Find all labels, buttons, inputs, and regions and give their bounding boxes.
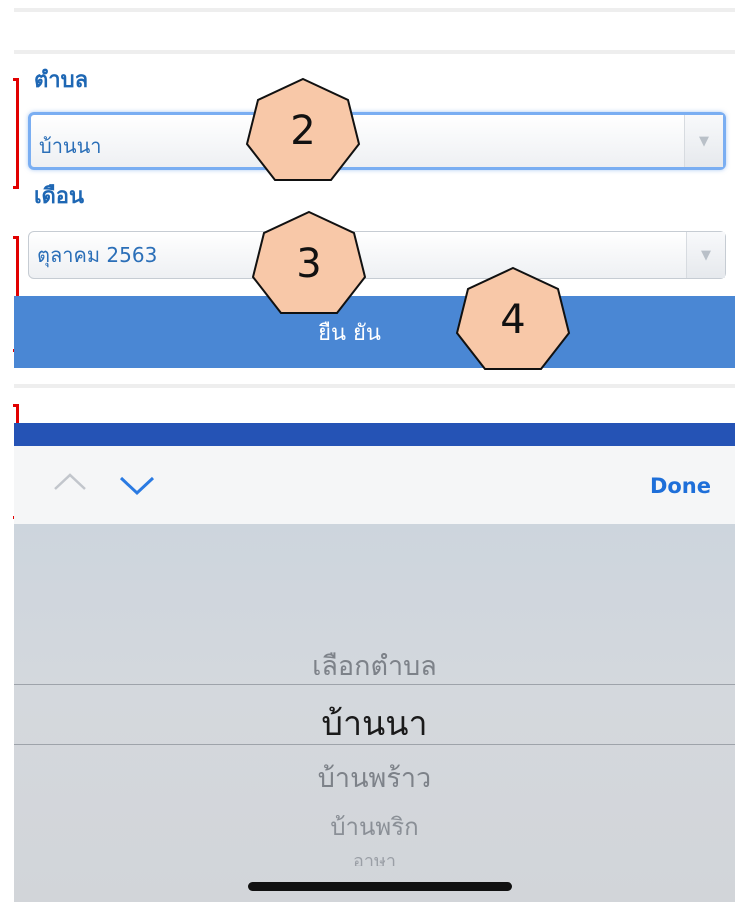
picker-option[interactable]: บ้านพร้าว <box>14 756 735 799</box>
dropdown-arrow-icon: ▼ <box>686 232 725 278</box>
callout-number: 4 <box>500 297 526 343</box>
callout-3: 3 <box>250 209 368 319</box>
picker-option-selected[interactable]: บ้านนา <box>14 696 735 750</box>
dropdown-arrow-icon: ▼ <box>684 115 723 167</box>
subdistrict-select[interactable]: บ้านนา ▼ <box>28 112 726 170</box>
section-divider <box>14 50 735 54</box>
page-footer-band <box>14 423 735 446</box>
month-select[interactable]: ตุลาคม 2563 ▼ <box>28 231 726 279</box>
top-divider <box>14 8 735 12</box>
confirm-button-label: ยืน ยัน <box>318 320 381 346</box>
home-indicator[interactable] <box>248 882 512 891</box>
confirm-button[interactable]: ยืน ยัน <box>14 296 735 368</box>
callout-2: 2 <box>244 76 362 186</box>
subdistrict-value: บ้านนา <box>39 134 102 159</box>
keyboard-toolbar: Done <box>14 446 735 524</box>
next-field-icon[interactable] <box>118 474 156 500</box>
annotation-bracket <box>13 78 19 189</box>
callout-number: 3 <box>296 241 322 287</box>
previous-field-icon[interactable] <box>52 470 88 496</box>
subdistrict-label: ตำบล <box>34 68 89 93</box>
month-value: ตุลาคม 2563 <box>37 243 158 267</box>
picker-option[interactable]: บ้านพริก <box>14 807 735 846</box>
done-button[interactable]: Done <box>650 474 711 498</box>
callout-number: 2 <box>290 108 316 154</box>
picker-option[interactable]: อาษา <box>14 846 735 866</box>
month-label: เดือน <box>34 184 85 209</box>
picker-option[interactable]: เลือกตำบล <box>14 644 735 687</box>
callout-4: 4 <box>454 265 572 375</box>
section-divider <box>14 384 735 388</box>
